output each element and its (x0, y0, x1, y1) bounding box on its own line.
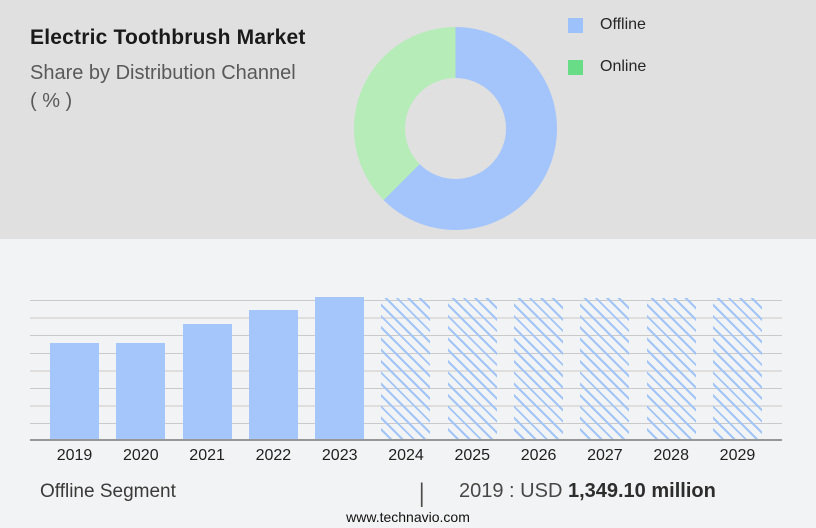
bar-chart-panel: 2019 2020 2021 2022 2023 2024 2025 2026 2027 2028… (0, 239, 816, 528)
segment-label: Offline Segment (40, 481, 176, 502)
bar-2019 (50, 343, 99, 439)
bar-2027 (580, 298, 630, 439)
bar-2026 (514, 298, 564, 439)
bar-2021 (182, 324, 232, 439)
bar-2022 (248, 310, 298, 439)
stat-prefix: 2019 : USD (459, 480, 568, 502)
bar-2029 (712, 298, 762, 439)
x-label-2028: 2028 (653, 447, 689, 464)
bar-2028 (646, 298, 696, 439)
legend-item-online: Online (568, 58, 646, 76)
donut-chart (354, 27, 557, 230)
bar-2020 (116, 343, 166, 439)
website-link[interactable]: www.technavio.com (0, 509, 816, 525)
chart-unit: ( % ) (30, 90, 73, 112)
x-label-2019: 2019 (56, 447, 93, 464)
bar-2023 (315, 297, 365, 439)
donut-hole (405, 78, 506, 179)
legend-label-offline: Offline (600, 16, 646, 33)
x-label-2027: 2027 (587, 447, 623, 464)
legend: Offline Online (568, 16, 646, 100)
x-label-2026: 2026 (520, 447, 557, 464)
header-panel: Electric Toothbrush Market Share by Dist… (0, 0, 816, 239)
x-axis-labels: 2019 2020 2021 2022 2023 2024 2025 2026 2027 2028… (30, 447, 782, 465)
bar-2025 (447, 298, 497, 439)
chart-subtitle: Share by Distribution Channel (30, 62, 296, 84)
x-label-2029: 2029 (719, 447, 756, 464)
legend-label-online: Online (600, 58, 647, 75)
online-swatch-icon (568, 59, 583, 75)
separator-bar: | (419, 479, 425, 508)
legend-item-offline: Offline (568, 16, 646, 34)
x-label-2023: 2023 (321, 447, 358, 464)
x-label-2021: 2021 (189, 447, 225, 464)
x-label-2024: 2024 (388, 447, 424, 464)
bar-plot-area (30, 297, 782, 441)
bar-2024 (381, 298, 431, 439)
title-block: Electric Toothbrush Market Share by Dist… (30, 26, 306, 115)
offline-swatch-icon (568, 17, 583, 33)
x-label-2022: 2022 (255, 447, 292, 464)
page-title: Electric Toothbrush Market (30, 26, 306, 49)
stat-line: 2019 : USD 1,349.10 million (459, 480, 716, 503)
x-label-2020: 2020 (123, 447, 159, 464)
stat-value: 1,349.10 million (567, 480, 716, 502)
x-label-2025: 2025 (454, 447, 491, 464)
